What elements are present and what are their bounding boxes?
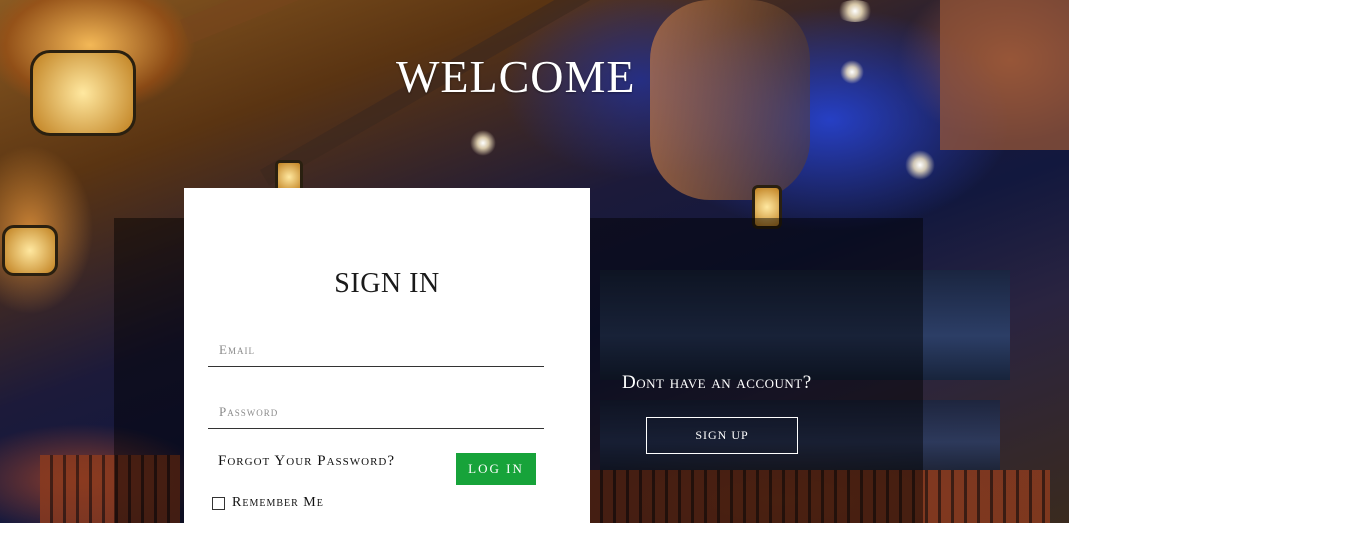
remember-me-label: Remember Me [232, 495, 324, 510]
login-button[interactable]: LOG IN [456, 453, 536, 485]
signup-prompt: Dont have an account? [622, 372, 812, 393]
welcome-heading: WELCOME [396, 51, 636, 102]
signin-title: SIGN IN [334, 268, 440, 299]
email-input[interactable] [208, 333, 544, 367]
remember-me-checkbox[interactable] [212, 496, 225, 510]
signup-button[interactable]: SIGN UP [646, 417, 798, 454]
signin-card: SIGN IN Forgot Your Password? LOG IN Rem… [184, 188, 590, 523]
password-input[interactable] [208, 395, 544, 429]
remember-me[interactable]: Remember Me [212, 495, 324, 511]
forgot-password-link[interactable]: Forgot Your Password? [218, 453, 395, 470]
